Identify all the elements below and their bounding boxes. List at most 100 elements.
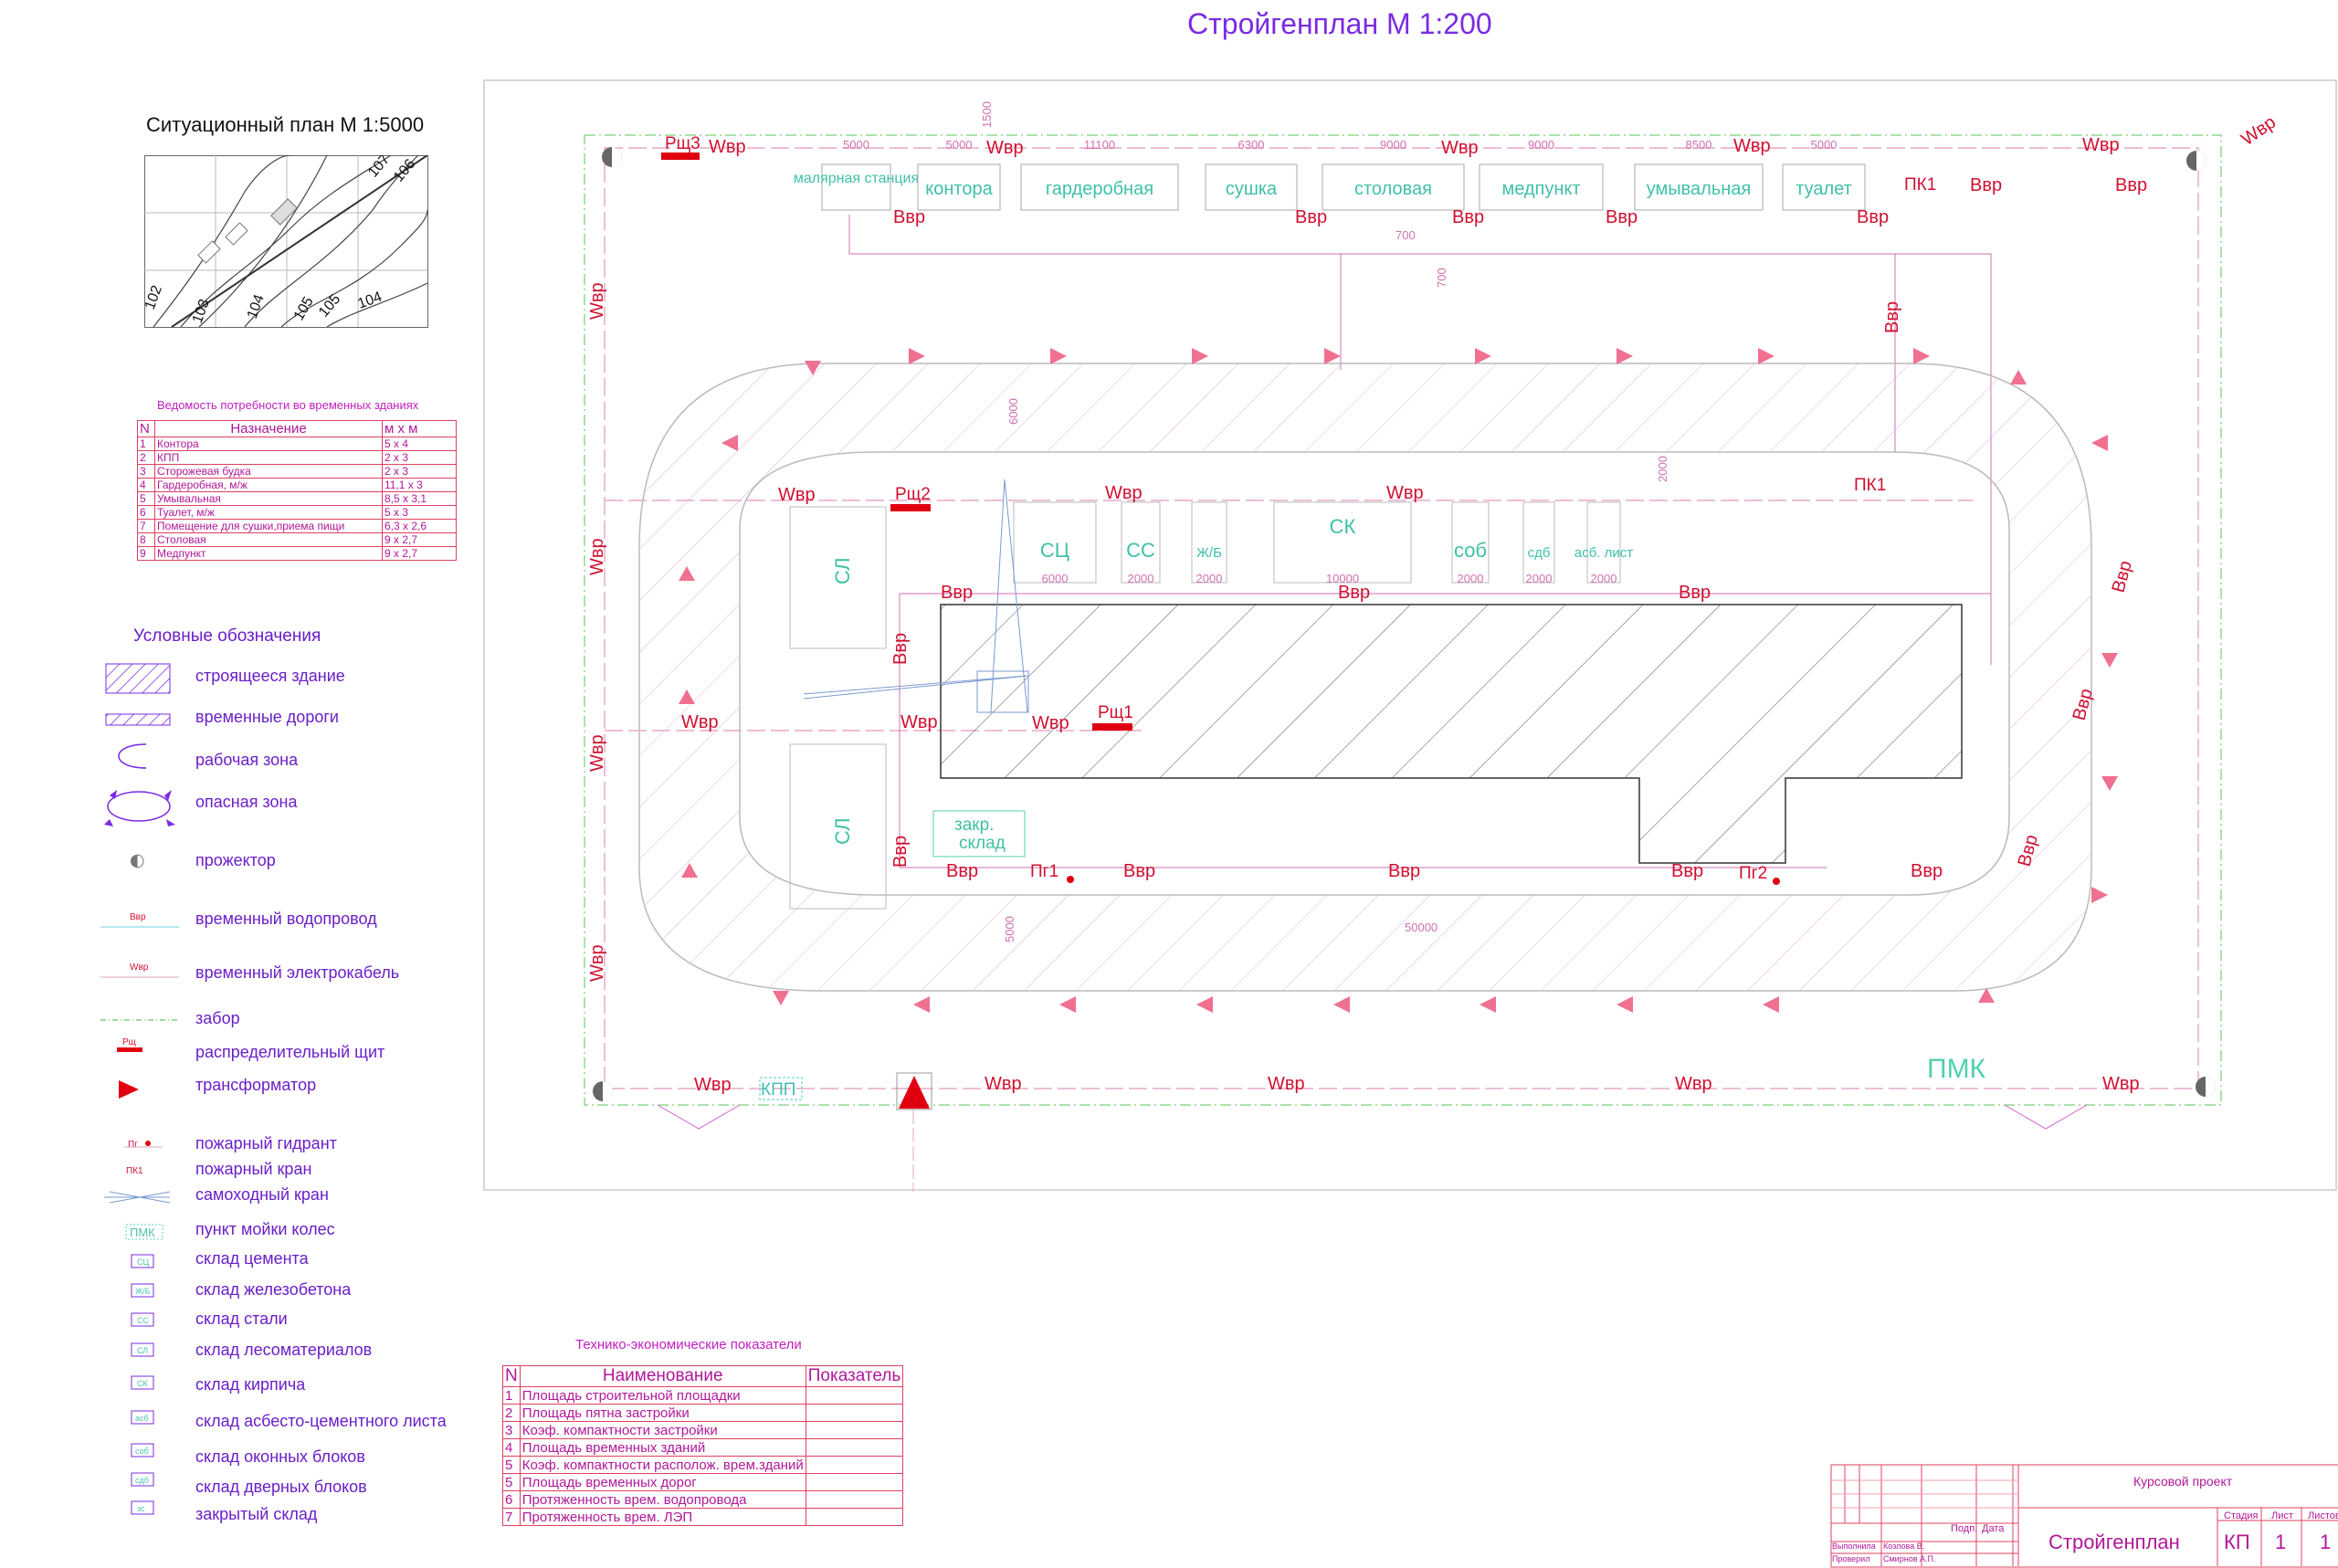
table-cell: Площадь пятна застройки [519,1404,806,1422]
header-cell: Показатель [805,1365,904,1387]
stamp-sheets-label: Листов [2308,1510,2338,1521]
svg-text:СК: СК [137,1379,148,1388]
dim-label: 6000 [1042,572,1069,585]
cable-label: Wвр [587,282,607,320]
dim-label: 700 [1435,268,1448,288]
wheel-wash-label: ПМК [1927,1054,1986,1084]
dim-label: 50000 [1405,921,1438,934]
stamp-stage-label: Стадия [2224,1510,2259,1521]
pipe-label: Ввр [890,633,911,665]
cable-label: Wвр [587,734,607,772]
table-cell: 1 [502,1386,521,1405]
table-cell: 5 [502,1473,521,1491]
stamp-made-name: Козлова В. [1883,1542,1925,1551]
danger-zone-arrow [1617,348,1633,364]
storages: СЦ6000СС2000Ж/Б2000СК10000соб2000сдб2000… [1013,501,1633,585]
temp-building-label: медпункт [1501,179,1580,199]
table-cell: Площадь временных зданий [519,1438,806,1457]
hydrant-label: Пг1 [1030,862,1058,881]
dim-label: 2000 [1656,456,1669,482]
svg-text:СЦ: СЦ [137,1258,149,1267]
table-cell: 2 [502,1404,521,1422]
switchboard-label: Рщ3 [665,134,700,153]
switchboard-icon: Рщ [117,1037,142,1052]
svg-text:Пг: Пг [128,1140,138,1150]
legend-label: пожарный гидрант [195,1134,337,1152]
gate-exit [2004,1104,2088,1130]
floodlight-icon [593,1081,613,1101]
pipe-label: Ввр [1123,861,1155,881]
floodlight-icon [602,147,622,167]
contour-label: 104 [245,292,268,321]
header-cell: Наименование [519,1365,806,1387]
hydrant-icon [1773,878,1780,885]
transformer-icon [119,1080,139,1099]
pipe-label: Ввр [1452,207,1484,227]
table-cell: Столовая [154,532,383,547]
storage-label: СК [1330,515,1356,538]
danger-zone-arrow [1480,996,1496,1013]
danger-zone-arrow [1913,348,1930,364]
cable-label: Wвр [1733,136,1771,156]
danger-zone-arrow [1192,348,1208,364]
table-cell: Протяженность врем. ЛЭП [519,1508,806,1526]
stamp-date-label: Дата [1982,1523,2005,1534]
danger-zone-arrow [1050,348,1067,364]
table-cell [805,1404,904,1422]
table-cell [805,1490,904,1509]
storage-label: сдб [1528,545,1551,561]
table-cell: 2 х 3 [382,450,457,465]
legend-label: пункт мойки колес [195,1220,335,1238]
legend-label: прожектор [195,851,276,869]
table-cell: 5 [137,491,155,506]
table-row: 5 Площадь временных дорог [502,1473,904,1491]
table-cell: 7 [137,519,155,533]
dim-label: 5000 [1811,138,1838,152]
vedomost-title: Ведомость потребности во временных здани… [157,398,419,412]
table-row: 2 Площадь пятна застройки [502,1404,904,1422]
temp-road-icon [105,713,171,726]
site-plan: малярная станция 5000 контора 5000 гардеробн… [483,79,2337,1192]
pipe-label: Ввр [1857,207,1889,227]
table-row: 2 КПП 2 х 3 [137,450,457,465]
table-row: 4 Гардеробная, м/ж 11,1 х 3 [137,478,457,492]
svg-text:Рщ: Рщ [122,1037,136,1047]
building-under-construction [940,604,1963,864]
header-cell: м х м [382,420,457,437]
table-cell: 8 [137,532,155,547]
table-cell: 5 х 4 [382,437,457,451]
work-zone-icon [118,743,147,769]
table-cell: Коэф. компактности застройки [519,1421,806,1439]
pipe-label: Ввр [1911,861,1943,881]
table-cell: 6 [137,505,155,520]
table-cell: 2 [137,450,155,465]
table-row: 5 Умывальная 8,5 х 3,1 [137,491,457,506]
storage [1191,501,1227,584]
svg-text:ПК1: ПК1 [126,1166,143,1176]
dim-label: 2000 [1591,572,1617,585]
table-cell: Площадь временных дорог [519,1473,806,1491]
table-row: 6 Туалет, м/ж 5 х 3 [137,505,457,520]
cable-label: Wвр [709,137,746,157]
pipe-label: Ввр [1671,861,1703,881]
cable-label: Wвр [986,138,1024,158]
table-cell: Протяженность врем. водопровода [519,1490,806,1509]
temp-building-label: столовая [1354,179,1432,199]
pipe-label: Ввр [1882,301,1902,333]
legend-label: временный электрокабель [195,963,400,982]
hydrant-label: Пг2 [1739,864,1767,883]
legend-label: склад лесоматериалов [195,1341,373,1359]
legend-label: временный водопровод [195,910,377,928]
dim-label: 5000 [1003,916,1016,942]
table-row: 3 Коэф. компактности застройки [502,1421,904,1439]
cable-label: Wвр [1675,1074,1712,1094]
storage-label: СЦ [1040,539,1069,562]
table-row: 9 Медпункт 9 х 2,7 [137,546,457,561]
situational-plan-title: Ситуационный план М 1:5000 [146,113,425,136]
cable-label: Wвр [587,944,607,982]
pipe-label: Ввр [2109,559,2136,595]
table-cell: 6,3 х 2,6 [382,519,457,533]
stamp-stage: КП [2224,1531,2250,1553]
closed-store-label: закр. [954,816,994,835]
danger-zone-icon [104,790,175,826]
